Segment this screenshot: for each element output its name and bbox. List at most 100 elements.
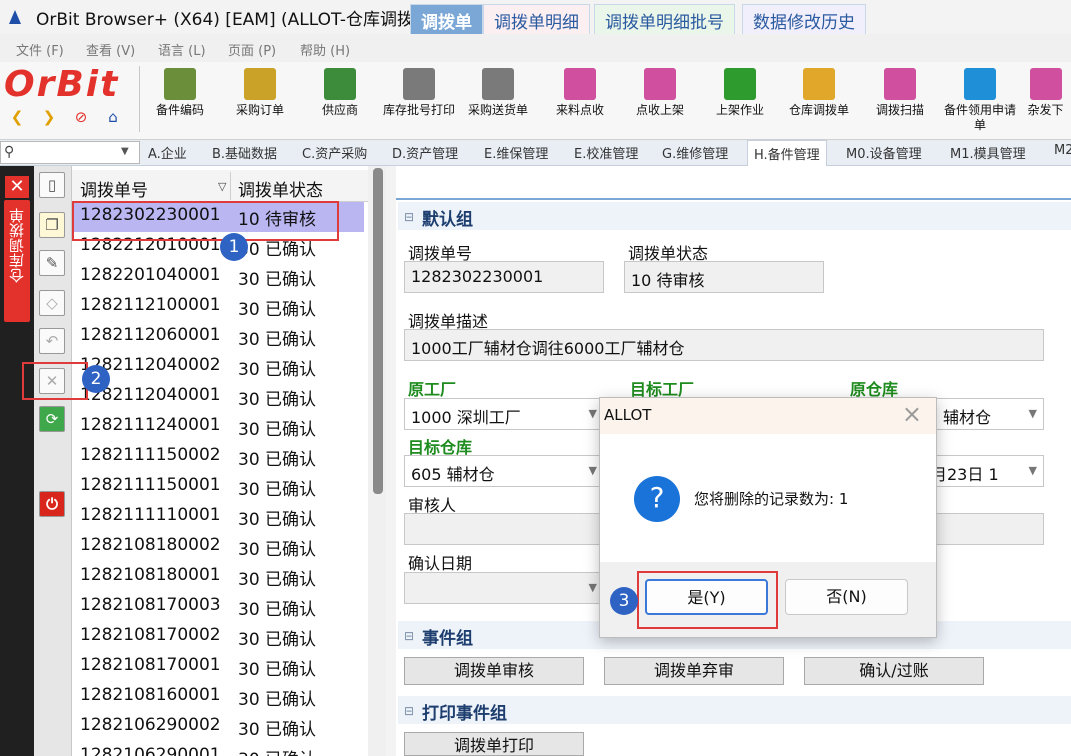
- list-scrollbar-thumb[interactable]: [373, 168, 383, 494]
- group-header-print-events[interactable]: ⊟ 打印事件组: [398, 696, 1071, 724]
- panel-splitter[interactable]: [386, 166, 396, 756]
- tool-warehouse-transfer[interactable]: 仓库调拨单: [779, 66, 859, 140]
- table-row[interactable]: 1282108170001 30 已确认: [72, 652, 364, 682]
- cell-order-no: 1282106290002: [80, 715, 221, 735]
- highlight-delete-icon: [22, 362, 88, 400]
- chevron-down-icon: ▼: [588, 407, 597, 420]
- chevron-down-icon: ▼: [1028, 407, 1037, 420]
- table-row[interactable]: 1282112060001 30 已确认: [72, 322, 364, 352]
- cell-order-no: 1282108160001: [80, 685, 221, 705]
- filter-icon[interactable]: ▽: [218, 180, 226, 193]
- tool-purchase-order[interactable]: 采购订单: [220, 66, 300, 140]
- refresh-icon[interactable]: ⟳: [39, 406, 65, 432]
- table-row[interactable]: 1282111150002 30 已确认: [72, 442, 364, 472]
- select-target-warehouse[interactable]: 605 辅材仓 ▼: [404, 455, 604, 487]
- module-tab-spare-parts[interactable]: H.备件管理: [747, 140, 827, 166]
- table-row[interactable]: 1282112040002 30 已确认: [72, 352, 364, 382]
- table-row[interactable]: 1282108180001 30 已确认: [72, 562, 364, 592]
- column-header-status[interactable]: 调拨单状态: [238, 176, 323, 201]
- tool-misc-issue[interactable]: 杂发下: [1020, 66, 1071, 140]
- tab-transfer-order[interactable]: 调拨单: [410, 4, 483, 34]
- forward-arrow-icon[interactable]: ❯: [40, 108, 58, 126]
- approve-transfer-button[interactable]: 调拨单审核: [404, 657, 584, 685]
- edit-record-icon[interactable]: ✎: [39, 250, 65, 276]
- module-tab-equipment[interactable]: M0.设备管理: [846, 143, 922, 162]
- close-icon[interactable]: ✕: [5, 176, 29, 198]
- menu-language[interactable]: 语言 (L): [158, 40, 206, 59]
- cell-order-no: 1282108170003: [80, 595, 221, 615]
- supplier-icon: [324, 68, 356, 100]
- exit-icon[interactable]: ⏻: [39, 491, 65, 517]
- new-record-icon[interactable]: ▯: [39, 172, 65, 198]
- module-tab-repair[interactable]: G.维修管理: [662, 143, 728, 162]
- save-record-icon[interactable]: ◇: [39, 290, 65, 316]
- table-row[interactable]: 1282201040001 30 已确认: [72, 262, 364, 292]
- module-tab-calibration[interactable]: E.校准管理: [574, 143, 638, 162]
- tool-purchase-delivery[interactable]: 采购送货单: [458, 66, 538, 140]
- table-row[interactable]: 1282111110001 30 已确认: [72, 502, 364, 532]
- table-row[interactable]: 1282112100001 30 已确认: [72, 292, 364, 322]
- close-icon[interactable]: ×: [902, 400, 922, 428]
- group-header-default[interactable]: ⊟ 默认组: [398, 202, 1071, 230]
- tool-incoming-receipt[interactable]: 来料点收: [540, 66, 620, 140]
- tool-receipt-shelving[interactable]: 点收上架: [620, 66, 700, 140]
- collapse-icon: ⊟: [404, 629, 415, 643]
- module-tab-m2[interactable]: M2: [1054, 143, 1071, 158]
- step-badge-1: 1: [220, 233, 248, 261]
- tool-spare-requisition[interactable]: 备件领用申请单: [940, 66, 1020, 140]
- tool-supplier[interactable]: 供应商: [300, 66, 380, 140]
- column-header-order-no[interactable]: 调拨单号: [80, 176, 148, 201]
- table-row[interactable]: 1282111150001 30 已确认: [72, 472, 364, 502]
- cell-order-no: 1282111150001: [80, 475, 221, 495]
- menu-bar: 文件 (F) 查看 (V) 语言 (L) 页面 (P) 帮助 (H): [0, 34, 1071, 62]
- table-row[interactable]: 1282112040001 30 已确认: [72, 382, 364, 412]
- tool-shelving-task[interactable]: 上架作业: [700, 66, 780, 140]
- tool-stock-batch-print[interactable]: 库存批号打印: [379, 66, 459, 140]
- tool-transfer-scan[interactable]: 调拨扫描: [860, 66, 940, 140]
- table-row[interactable]: 1282106290002 30 已确认: [72, 712, 364, 742]
- no-button[interactable]: 否(N): [785, 579, 908, 615]
- chevron-down-icon: ▼: [588, 581, 597, 594]
- confirm-post-button[interactable]: 确认/过账: [804, 657, 984, 685]
- label-source-factory: 原工厂: [408, 380, 457, 399]
- module-search-input[interactable]: ⚲ ▼: [0, 141, 140, 164]
- field-status[interactable]: 10 待审核: [624, 261, 824, 293]
- table-row[interactable]: 1282106290001 30 已确认: [72, 742, 364, 756]
- misc-issue-icon: [1029, 68, 1062, 100]
- module-tab-mold[interactable]: M1.模具管理: [950, 143, 1026, 162]
- field-description[interactable]: 1000工厂辅材仓调往6000工厂辅材仓: [404, 329, 1044, 361]
- field-order-no[interactable]: 1282302230001: [404, 261, 604, 293]
- chevron-down-icon[interactable]: ▼: [121, 146, 129, 157]
- table-row[interactable]: 1282108170002 30 已确认: [72, 622, 364, 652]
- back-arrow-icon[interactable]: ❮: [8, 108, 26, 126]
- table-row[interactable]: 1282108170003 30 已确认: [72, 592, 364, 622]
- menu-help[interactable]: 帮助 (H): [300, 40, 350, 59]
- side-tab-warehouse-transfer[interactable]: 仓库调拨单: [4, 200, 30, 322]
- tab-transfer-detail-batch[interactable]: 调拨单明细批号: [594, 4, 735, 34]
- stop-icon[interactable]: ⊘: [72, 108, 90, 126]
- undo-record-icon[interactable]: ↶: [39, 328, 65, 354]
- module-tab-maintenance[interactable]: E.维保管理: [484, 143, 548, 162]
- tab-modification-history[interactable]: 数据修改历史: [742, 4, 866, 34]
- field-confirm-date[interactable]: ▼: [404, 572, 604, 604]
- copy-record-icon[interactable]: ❐: [39, 212, 65, 238]
- print-transfer-button[interactable]: 调拨单打印: [404, 732, 584, 756]
- home-icon[interactable]: ⌂: [104, 108, 122, 126]
- warehouse-transfer-icon: [803, 68, 835, 100]
- module-tab-enterprise[interactable]: A.企业: [148, 143, 187, 162]
- module-tab-asset-purchase[interactable]: C.资产采购: [302, 143, 367, 162]
- transfer-scan-icon: [884, 68, 916, 100]
- menu-file[interactable]: 文件 (F): [16, 40, 64, 59]
- module-tab-basic-data[interactable]: B.基础数据: [212, 143, 277, 162]
- unapprove-transfer-button[interactable]: 调拨单弃审: [604, 657, 784, 685]
- menu-view[interactable]: 查看 (V): [86, 40, 135, 59]
- select-source-factory[interactable]: 1000 深圳工厂 ▼: [404, 398, 604, 430]
- table-row[interactable]: 1282111240001 30 已确认: [72, 412, 364, 442]
- tab-transfer-detail[interactable]: 调拨单明细: [483, 4, 590, 34]
- menu-page[interactable]: 页面 (P): [228, 40, 276, 59]
- table-row[interactable]: 1282108160001 30 已确认: [72, 682, 364, 712]
- table-row[interactable]: 1282108180002 30 已确认: [72, 532, 364, 562]
- tool-spare-part-code[interactable]: 备件编码: [140, 66, 220, 140]
- cell-status: 30 已确认: [238, 360, 317, 380]
- module-tab-asset-management[interactable]: D.资产管理: [392, 143, 458, 162]
